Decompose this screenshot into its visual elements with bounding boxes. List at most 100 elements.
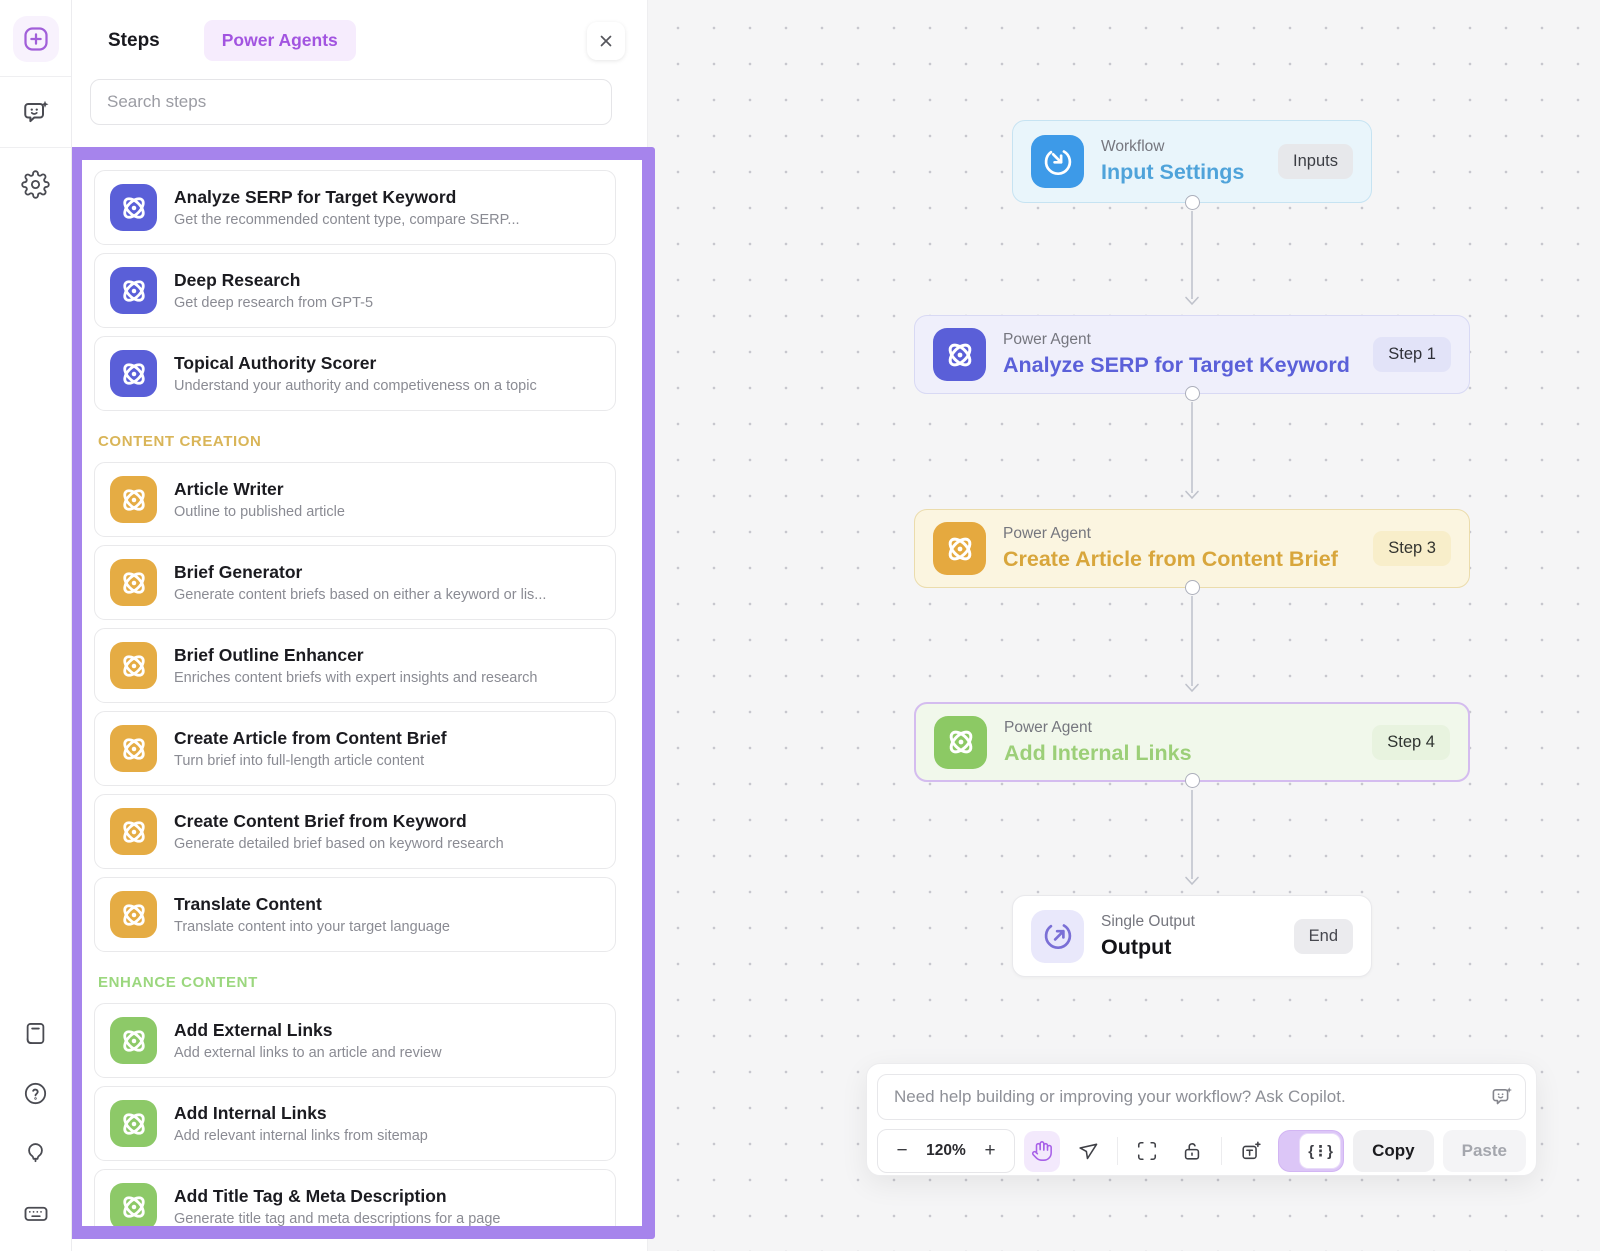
cursor-icon: [1076, 1140, 1098, 1162]
keyboard-icon: [22, 1199, 50, 1227]
tab-power-agents[interactable]: Power Agents: [204, 20, 356, 61]
step-desc: Generate title tag and meta descriptions…: [174, 1211, 600, 1227]
step-card-brief-generator[interactable]: Brief GeneratorGenerate content briefs b…: [94, 545, 616, 620]
tab-steps[interactable]: Steps: [108, 30, 160, 52]
power-agent-atom-icon: [110, 559, 157, 606]
lightbulb-icon: [22, 1140, 49, 1167]
edge-line: [1191, 596, 1193, 686]
step-desc: Understand your authority and competiven…: [174, 378, 600, 394]
step-card-article-writer[interactable]: Article WriterOutline to published artic…: [94, 462, 616, 537]
variables-toggle[interactable]: {⋮}: [1278, 1130, 1344, 1172]
steps-panel: Steps Power Agents Analyze SERP for Targ…: [72, 0, 648, 1251]
step-title: Deep Research: [174, 270, 600, 291]
copilot-chat-icon[interactable]: [1490, 1085, 1514, 1109]
settings-button[interactable]: [16, 164, 56, 204]
zoom-control: − 120% +: [877, 1129, 1015, 1173]
braces-icon: {⋮}: [1299, 1133, 1341, 1169]
node-label: Power Agent: [1004, 719, 1192, 737]
paste-button[interactable]: Paste: [1443, 1130, 1526, 1172]
canvas-dock: − 120% +: [866, 1063, 1537, 1176]
docs-button[interactable]: [16, 1013, 56, 1053]
section-header-content-creation: CONTENT CREATION: [98, 433, 614, 450]
step-desc: Enriches content briefs with expert insi…: [174, 670, 600, 686]
search-input[interactable]: [90, 79, 612, 125]
lock-button[interactable]: [1174, 1131, 1210, 1172]
step-badge: Step 4: [1372, 725, 1450, 760]
step-card-add-title-meta[interactable]: Add Title Tag & Meta DescriptionGenerate…: [94, 1169, 616, 1239]
left-rail: [0, 0, 72, 1251]
copilot-button[interactable]: [16, 93, 56, 133]
zoom-out-button[interactable]: −: [884, 1133, 920, 1169]
step-card-analyze-serp[interactable]: Analyze SERP for Target KeywordGet the r…: [94, 170, 616, 245]
rail-bottom-group: [16, 1013, 56, 1251]
fit-view-button[interactable]: [1128, 1131, 1164, 1172]
node-title: Analyze SERP for Target Keyword: [1003, 353, 1350, 378]
help-button[interactable]: [16, 1073, 56, 1113]
step-card-create-content-brief[interactable]: Create Content Brief from Keyword Generat…: [94, 794, 616, 869]
edge-line: [1191, 211, 1193, 299]
node-step-1[interactable]: Power Agent Analyze SERP for Target Keywo…: [914, 315, 1470, 394]
step-desc: Generate detailed brief based on keyword…: [174, 836, 600, 852]
step-card-create-article[interactable]: Create Article from Content BriefTurn br…: [94, 711, 616, 786]
section-header-enhance-content: ENHANCE CONTENT: [98, 974, 614, 991]
power-agent-atom-icon: [110, 725, 157, 772]
edge-arrowhead: [1184, 683, 1200, 693]
rail-add-cell: [0, 0, 71, 77]
add-step-button[interactable]: [13, 16, 59, 62]
add-title-icon: [1240, 1140, 1262, 1162]
ideas-button[interactable]: [16, 1133, 56, 1173]
add-text-button[interactable]: [1233, 1131, 1269, 1172]
power-agent-atom-icon: [110, 642, 157, 689]
power-agent-atom-icon: [110, 1017, 157, 1064]
step-card-add-internal-links[interactable]: Add Internal Links Add relevant internal …: [94, 1086, 616, 1161]
power-agent-atom-icon: [110, 891, 157, 938]
output-port[interactable]: [1185, 195, 1200, 210]
node-title: Create Article from Content Brief: [1003, 547, 1338, 572]
edge-line: [1191, 790, 1193, 879]
zoom-in-button[interactable]: +: [972, 1133, 1008, 1169]
step-desc: Add relevant internal links from sitemap: [174, 1128, 600, 1144]
power-agent-atom-icon: [110, 1183, 157, 1230]
rail-settings-cell: [0, 148, 71, 218]
edge-arrowhead: [1184, 876, 1200, 886]
node-output[interactable]: Single OutputOutput End: [1012, 895, 1372, 977]
power-agent-atom-icon: [110, 267, 157, 314]
copy-button[interactable]: Copy: [1353, 1130, 1434, 1172]
copilot-chat-icon: [21, 98, 51, 128]
step-title: Brief Outline Enhancer: [174, 645, 600, 666]
step-card-topical-authority[interactable]: Topical Authority ScorerUnderstand your …: [94, 336, 616, 411]
step-desc: Turn brief into full-length article cont…: [174, 753, 600, 769]
plus-squircle-icon: [21, 24, 51, 54]
output-port[interactable]: [1185, 386, 1200, 401]
gear-icon: [21, 170, 50, 199]
end-badge: End: [1294, 919, 1353, 954]
power-agent-atom-icon: [110, 350, 157, 397]
node-step-4[interactable]: Power AgentAdd Internal Links Step 4: [914, 702, 1470, 782]
output-port[interactable]: [1185, 773, 1200, 788]
node-step-3[interactable]: Power AgentCreate Article from Content B…: [914, 509, 1470, 588]
step-card-brief-outline-enhancer[interactable]: Brief Outline Enhancer Enriches content b…: [94, 628, 616, 703]
step-title: Add Internal Links: [174, 1103, 600, 1124]
step-card-add-external-links[interactable]: Add External LinksAdd external links to …: [94, 1003, 616, 1078]
node-title: Output: [1101, 935, 1195, 960]
shortcuts-button[interactable]: [16, 1193, 56, 1233]
step-badge: Step 1: [1373, 337, 1451, 372]
step-title: Create Content Brief from Keyword: [174, 811, 600, 832]
edge-arrowhead: [1184, 490, 1200, 500]
select-tool-button[interactable]: [1069, 1131, 1105, 1172]
output-port[interactable]: [1185, 580, 1200, 595]
toolbar-divider: [1221, 1137, 1222, 1165]
edge-arrowhead: [1184, 296, 1200, 306]
rail-copilot-cell: [0, 77, 71, 148]
step-card-translate-content[interactable]: Translate ContentTranslate content into …: [94, 877, 616, 952]
unlock-icon: [1181, 1140, 1203, 1162]
node-title: Input Settings: [1101, 160, 1244, 185]
node-input-settings[interactable]: WorkflowInput Settings Inputs: [1012, 120, 1372, 203]
node-label: Power Agent: [1003, 331, 1350, 349]
close-panel-button[interactable]: [587, 22, 625, 60]
pan-tool-button[interactable]: [1024, 1131, 1060, 1172]
step-card-deep-research[interactable]: Deep ResearchGet deep research from GPT-…: [94, 253, 616, 328]
copilot-prompt-input[interactable]: [877, 1074, 1526, 1120]
workflow-canvas[interactable]: WorkflowInput Settings Inputs Power Agen…: [648, 0, 1600, 1251]
step-desc: Get the recommended content type, compar…: [174, 212, 600, 228]
